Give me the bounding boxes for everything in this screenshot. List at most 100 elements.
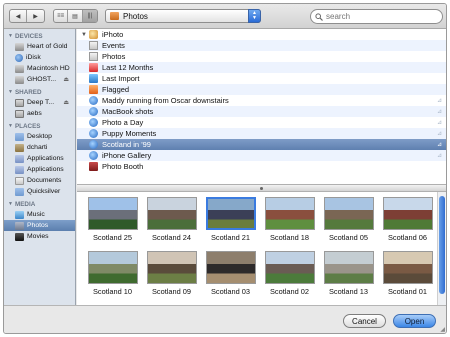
- sidebar-item-label: Music: [27, 211, 45, 218]
- sidebar-section-title: SHARED: [14, 88, 42, 96]
- sidebar-item-label: Photos: [27, 222, 49, 229]
- resize-grip-icon[interactable]: ◢: [440, 326, 445, 333]
- photo-image: [264, 251, 315, 284]
- photo-caption: Scotland 24: [151, 233, 192, 242]
- photo-thumbnail[interactable]: Scotland 18: [263, 197, 316, 242]
- shared-album-icon: ⊿: [436, 98, 442, 104]
- location-label: Photos: [123, 11, 148, 21]
- list-row[interactable]: Photos: [77, 51, 446, 62]
- list-row[interactable]: Maddy running from Oscar downstairs ⊿: [77, 95, 446, 106]
- sidebar-item[interactable]: Photos: [4, 220, 75, 231]
- disclosure-triangle-icon[interactable]: ▼: [81, 32, 89, 38]
- search-field[interactable]: [310, 9, 443, 24]
- sidebar-item-label: Applications: [27, 155, 64, 162]
- globe-album-icon: [89, 96, 98, 105]
- photo-thumbnail[interactable]: Scotland 10: [86, 251, 139, 296]
- sidebar-item[interactable]: aebs: [4, 108, 75, 119]
- eject-icon[interactable]: ⏏: [63, 76, 69, 83]
- sidebar-section-header[interactable]: ▼ MEDIA: [4, 199, 75, 209]
- disclosure-triangle-icon[interactable]: ▼: [8, 201, 13, 207]
- scrollbar-thumb[interactable]: [439, 196, 445, 294]
- sidebar-item[interactable]: Deep T... ⏏: [4, 97, 75, 108]
- sidebar-item[interactable]: iDisk: [4, 52, 75, 63]
- pane-splitter[interactable]: [77, 184, 446, 192]
- sidebar-item[interactable]: GHOST... ⏏: [4, 74, 75, 85]
- photo-caption: Scotland 01: [387, 287, 428, 296]
- back-button[interactable]: ◀: [10, 10, 27, 22]
- list-row[interactable]: Last Import: [77, 73, 446, 84]
- list-row[interactable]: Photo Booth: [77, 161, 446, 172]
- list-row[interactable]: Puppy Moments ⊿: [77, 128, 446, 139]
- sidebar-item[interactable]: Quicksilver: [4, 186, 75, 197]
- list-row-label: Photo Booth: [102, 162, 144, 171]
- list-row[interactable]: MacBook shots ⊿: [77, 106, 446, 117]
- shared-album-icon: ⊿: [436, 131, 442, 137]
- sidebar-item[interactable]: Macintosh HD: [4, 63, 75, 74]
- view-mode-control: ≡≡ ▤ |||: [53, 9, 98, 23]
- sidebar-item[interactable]: Desktop: [4, 131, 75, 142]
- open-button[interactable]: Open: [393, 314, 436, 328]
- list-row[interactable]: Events: [77, 40, 446, 51]
- disclosure-triangle-icon[interactable]: ▼: [8, 33, 13, 39]
- sidebar-section-header[interactable]: ▼ PLACES: [4, 121, 75, 131]
- photo-caption: Scotland 05: [328, 233, 369, 242]
- music-icon: [15, 210, 24, 219]
- column-view-button[interactable]: |||: [82, 10, 97, 22]
- folder-icon: [15, 132, 24, 141]
- list-row-label: Photos: [102, 52, 126, 61]
- back-arrow-icon: ◀: [15, 13, 21, 20]
- photo-thumbnail[interactable]: Scotland 21: [204, 197, 257, 242]
- photo-caption: Scotland 18: [269, 233, 310, 242]
- sidebar-item[interactable]: Music: [4, 209, 75, 220]
- photo-thumbnail[interactable]: Scotland 24: [145, 197, 198, 242]
- sidebar-item[interactable]: Movies: [4, 231, 75, 242]
- photo-thumbnail[interactable]: Scotland 25: [86, 197, 139, 242]
- list-row-label: Last 12 Months: [102, 63, 154, 72]
- sidebar-section-header[interactable]: ▼ SHARED: [4, 87, 75, 97]
- sidebar-item[interactable]: Heart of Gold: [4, 41, 75, 52]
- photo-thumbnail[interactable]: Scotland 13: [322, 251, 375, 296]
- disclosure-triangle-icon[interactable]: ▼: [8, 89, 13, 95]
- photo-thumbnail[interactable]: Scotland 03: [204, 251, 257, 296]
- photo-thumbnail[interactable]: Scotland 02: [263, 251, 316, 296]
- list-row[interactable]: ▼ iPhoto: [77, 29, 446, 40]
- globe-album-icon: [89, 118, 98, 127]
- list-row-label: Maddy running from Oscar downstairs: [102, 96, 229, 105]
- photo-image: [146, 251, 197, 284]
- sidebar-item-label: Deep T...: [27, 99, 55, 106]
- sidebar-item-label: dcharti: [27, 144, 48, 151]
- forward-button[interactable]: ▶: [27, 10, 44, 22]
- sidebar-section-header[interactable]: ▼ DEVICES: [4, 31, 75, 41]
- location-popup[interactable]: Photos ▲ ▼: [105, 9, 261, 23]
- list-row[interactable]: Photo a Day ⊿: [77, 117, 446, 128]
- photo-thumbnail[interactable]: Scotland 01: [381, 251, 434, 296]
- disclosure-triangle-icon[interactable]: ▼: [8, 123, 13, 129]
- apps-icon: [15, 154, 24, 163]
- eject-icon[interactable]: ⏏: [63, 99, 69, 106]
- photo-thumbnail[interactable]: Scotland 05: [322, 197, 375, 242]
- sidebar-item-label: iDisk: [26, 54, 41, 61]
- photo-thumbnail[interactable]: Scotland 09: [145, 251, 198, 296]
- sidebar-item[interactable]: Applications: [4, 153, 75, 164]
- cancel-button[interactable]: Cancel: [343, 314, 386, 328]
- photo-image: [323, 251, 374, 284]
- photo-thumbnail[interactable]: Scotland 06: [381, 197, 434, 242]
- photos-folder-icon: [110, 12, 119, 20]
- photo-caption: Scotland 03: [210, 287, 251, 296]
- open-dialog: ◀ ▶ ≡≡ ▤ ||| Photos ▲ ▼ search ▼ DEVICES…: [3, 3, 447, 334]
- thumbnail-scrollbar[interactable]: [437, 192, 446, 305]
- sidebar-item-label: Macintosh HD: [27, 65, 70, 72]
- sidebar-item[interactable]: Applications: [4, 164, 75, 175]
- sidebar-item[interactable]: Documents: [4, 175, 75, 186]
- list-row[interactable]: Scotland in '99 ⊿: [77, 139, 446, 150]
- list-row[interactable]: Flagged: [77, 84, 446, 95]
- list-row[interactable]: iPhone Gallery ⊿: [77, 150, 446, 161]
- list-row[interactable]: Last 12 Months: [77, 62, 446, 73]
- movies-icon: [15, 232, 24, 241]
- icon-view-button[interactable]: ≡≡: [54, 10, 69, 22]
- list-view-button[interactable]: ▤: [68, 10, 83, 22]
- search-input[interactable]: [326, 12, 436, 21]
- sidebar-section-title: MEDIA: [14, 200, 36, 208]
- sidebar-item[interactable]: dcharti: [4, 142, 75, 153]
- photo-image: [87, 251, 138, 284]
